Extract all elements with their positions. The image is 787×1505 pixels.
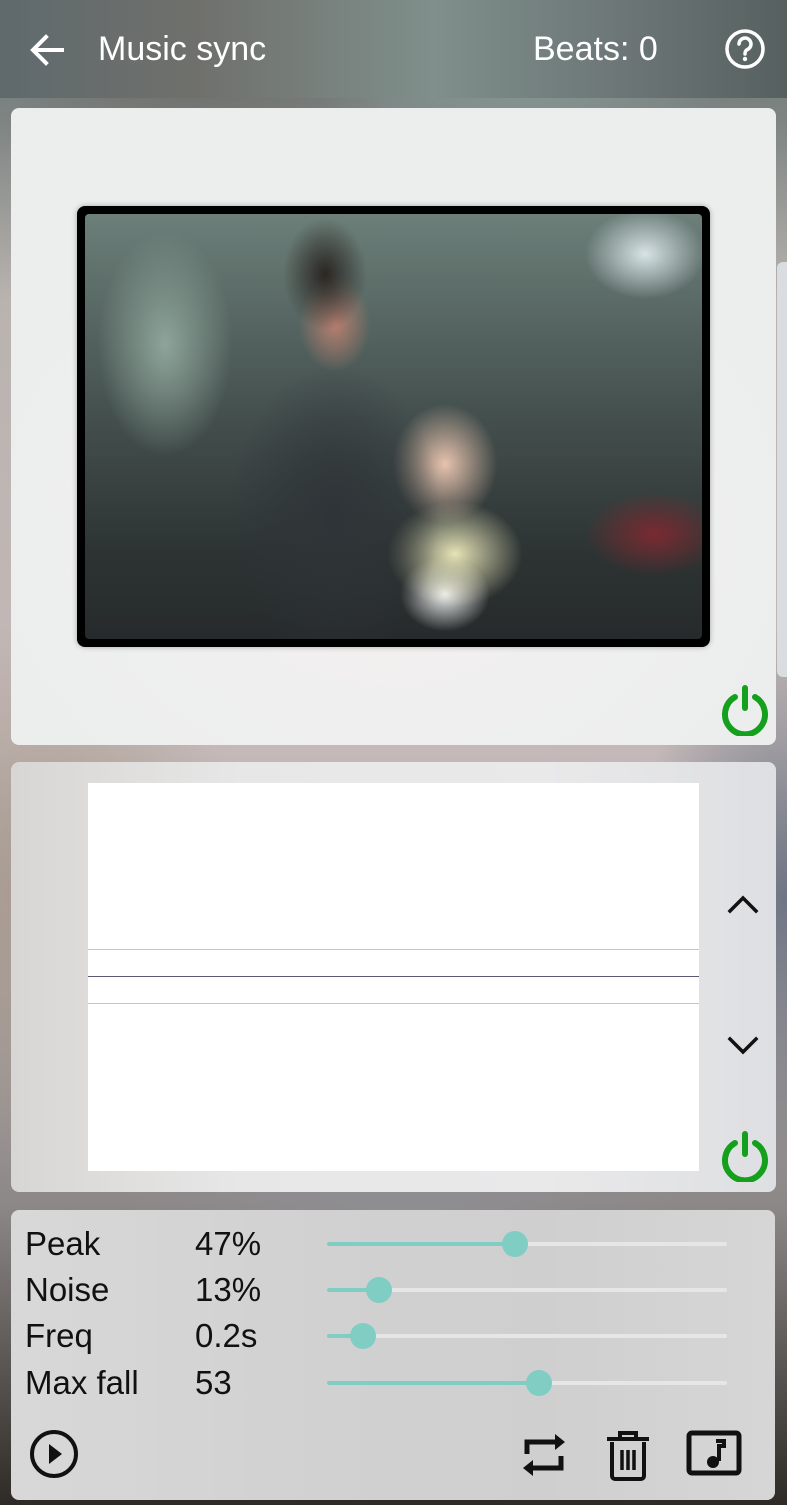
slider-thumb[interactable]	[366, 1277, 392, 1303]
arrow-left-icon	[30, 34, 64, 66]
param-row-peak: Peak 47%	[11, 1224, 775, 1264]
peak-slider[interactable]	[327, 1231, 727, 1257]
music-select-button[interactable]	[686, 1430, 742, 1483]
param-label: Peak	[25, 1225, 101, 1262]
param-row-noise: Noise 13%	[11, 1270, 775, 1310]
param-row-freq: Freq 0.2s	[11, 1316, 775, 1356]
param-label: Noise	[25, 1271, 110, 1308]
play-circle-icon	[30, 1430, 78, 1478]
photo-power-button[interactable]	[718, 682, 772, 738]
photo-frame	[77, 206, 710, 647]
photo-panel	[11, 108, 776, 745]
back-button[interactable]	[24, 26, 72, 74]
scroll-up-button[interactable]	[721, 884, 765, 924]
waveform-panel	[11, 762, 776, 1192]
beats-counter: Beats: 0	[533, 30, 658, 68]
slider-track	[327, 1334, 727, 1338]
param-value: 13%	[195, 1271, 262, 1308]
trash-icon	[607, 1431, 649, 1481]
slider-fill	[327, 1242, 515, 1246]
param-value: 53	[195, 1364, 232, 1401]
photo-preview[interactable]	[85, 214, 702, 639]
waveform-lower-bound	[88, 1003, 699, 1004]
slider-thumb[interactable]	[350, 1323, 376, 1349]
play-button[interactable]	[28, 1428, 80, 1485]
help-button[interactable]	[722, 26, 768, 72]
music-note-icon	[686, 1430, 742, 1476]
page-title: Music sync	[98, 30, 267, 68]
freq-slider[interactable]	[327, 1323, 727, 1349]
chevron-down-icon	[727, 1036, 759, 1055]
param-label: Max fall	[25, 1364, 139, 1401]
param-row-max-fall: Max fall 53	[11, 1363, 775, 1403]
param-value: 0.2s	[195, 1317, 258, 1354]
repeat-icon	[523, 1434, 565, 1476]
app-bar: Music sync Beats: 0	[0, 0, 787, 98]
repeat-button[interactable]	[519, 1430, 569, 1485]
chevron-up-icon	[727, 895, 759, 914]
delete-button[interactable]	[604, 1430, 652, 1487]
noise-slider[interactable]	[327, 1277, 727, 1303]
param-label: Freq	[25, 1317, 93, 1354]
waveform-upper-bound	[88, 949, 699, 950]
power-icon	[722, 685, 768, 738]
param-value: 47%	[195, 1225, 262, 1262]
help-circle-icon	[725, 29, 765, 69]
slider-fill	[327, 1381, 539, 1385]
waveform-power-button[interactable]	[718, 1128, 772, 1184]
scroll-down-button[interactable]	[721, 1026, 765, 1066]
waveform-display[interactable]	[88, 783, 699, 1171]
power-icon	[722, 1131, 768, 1184]
controls-panel: Peak 47% Noise 13% Freq 0.2s Max fall 53	[11, 1210, 775, 1500]
slider-thumb[interactable]	[526, 1370, 552, 1396]
waveform-baseline	[88, 976, 699, 977]
max-fall-slider[interactable]	[327, 1370, 727, 1396]
slider-thumb[interactable]	[502, 1231, 528, 1257]
side-scroll-indicator	[777, 262, 787, 677]
